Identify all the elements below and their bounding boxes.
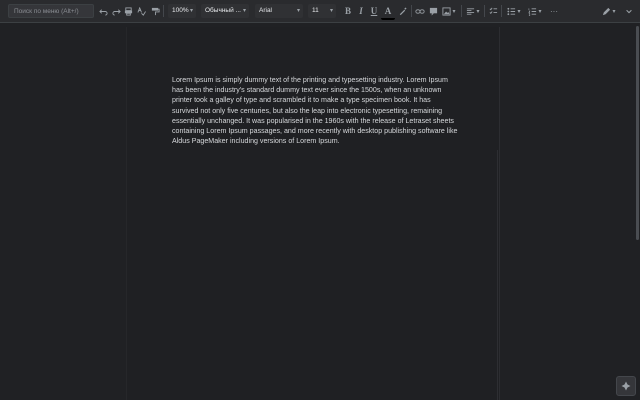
explore-icon	[621, 381, 631, 391]
link-icon[interactable]	[413, 4, 427, 18]
paint-format-icon[interactable]	[148, 4, 162, 18]
underline-button[interactable]: U	[367, 4, 381, 18]
checklist-icon[interactable]	[486, 4, 500, 18]
explore-button[interactable]	[616, 376, 636, 396]
image-icon[interactable]: ▾	[439, 4, 459, 18]
ruler-guide	[497, 150, 498, 400]
paragraph-style-value: Обычный ...	[205, 7, 241, 14]
numbered-list-icon[interactable]: ▾	[526, 4, 544, 18]
italic-button[interactable]: I	[354, 4, 368, 18]
chevron-down-icon: ▾	[612, 8, 616, 15]
toolbar-divider	[461, 5, 462, 17]
highlight-icon[interactable]	[395, 4, 409, 18]
document-paragraph[interactable]: Lorem Ipsum is simply dummy text of the …	[172, 75, 458, 146]
font-value: Arial	[259, 7, 273, 14]
pen-icon[interactable]: ▾	[600, 4, 618, 18]
menu-search-input[interactable]: Поиск по меню (Alt+/)	[8, 4, 94, 18]
undo-icon[interactable]	[96, 4, 110, 18]
chevron-down-icon: ▾	[329, 8, 333, 14]
toolbar: Поиск по меню (Alt+/) 100% ▾ Обычный ...…	[0, 0, 640, 23]
font-size-value: 11	[312, 7, 319, 14]
toolbar-divider	[163, 5, 164, 17]
zoom-value: 100%	[172, 7, 189, 14]
toolbar-divider	[501, 5, 502, 17]
print-icon[interactable]	[121, 4, 135, 18]
zoom-select[interactable]: 100% ▾	[168, 4, 196, 18]
chevron-down-icon: ▾	[517, 8, 521, 15]
more-options-button[interactable]: ···	[546, 4, 562, 18]
font-size-select[interactable]: 11 ▾	[308, 4, 336, 18]
chevron-down-icon: ▾	[242, 8, 246, 14]
chevron-down-icon: ▾	[538, 8, 542, 15]
font-select[interactable]: Arial ▾	[255, 4, 303, 18]
chevron-down-icon: ▾	[476, 8, 480, 15]
toolbar-divider	[484, 5, 485, 17]
chevron-down-icon: ▾	[452, 8, 456, 15]
chevron-down-icon: ▾	[189, 8, 193, 14]
align-left-icon[interactable]: ▾	[464, 4, 482, 18]
spellcheck-icon[interactable]	[134, 4, 148, 18]
text-color-button[interactable]: A	[381, 4, 395, 20]
chevron-down-icon: ▾	[296, 8, 300, 14]
document-page[interactable]: Lorem Ipsum is simply dummy text of the …	[126, 27, 500, 400]
paragraph-style-select[interactable]: Обычный ... ▾	[201, 4, 249, 18]
bold-button[interactable]: B	[341, 4, 355, 18]
bulleted-list-icon[interactable]: ▾	[505, 4, 523, 18]
vertical-scrollbar[interactable]	[636, 26, 639, 240]
comment-icon[interactable]	[426, 4, 440, 18]
chevron-up-icon[interactable]	[622, 4, 636, 18]
toolbar-divider	[411, 5, 412, 17]
